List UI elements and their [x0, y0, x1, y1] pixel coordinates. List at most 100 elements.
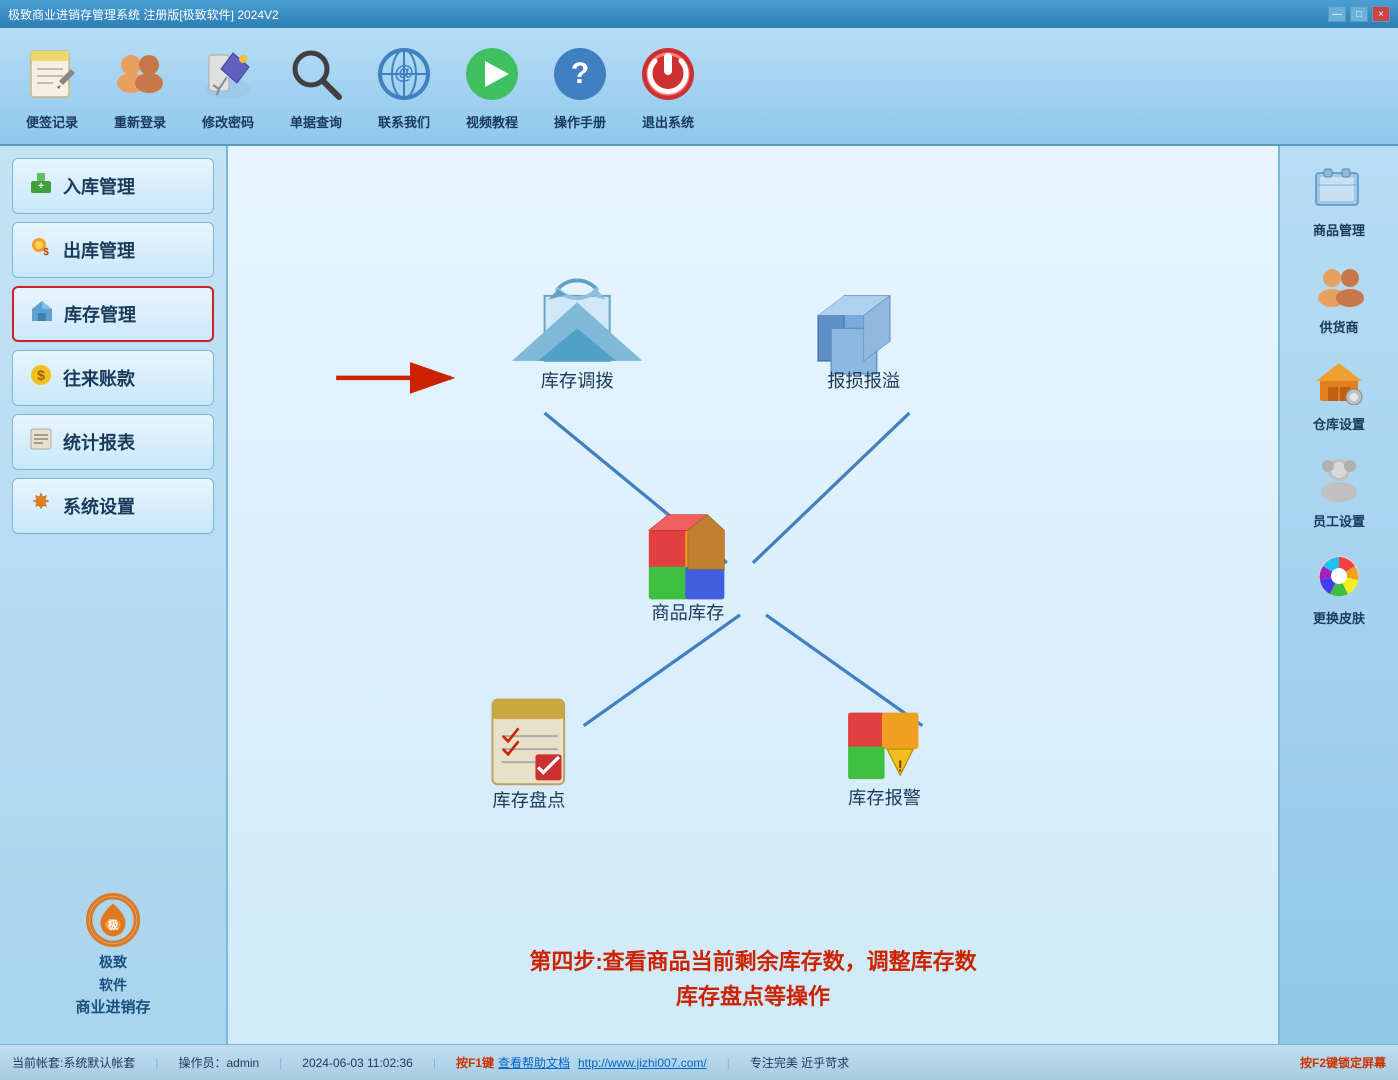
- desc-line2: 库存盘点等操作: [529, 979, 976, 1014]
- svg-text:库存调拨: 库存调拨: [541, 370, 614, 391]
- right-sidebar: 商品管理 供货商: [1278, 146, 1398, 1044]
- node-transfer[interactable]: 库存调拨: [512, 280, 642, 391]
- operator: 操作员：admin: [178, 1054, 259, 1071]
- svg-text:库存盘点: 库存盘点: [493, 789, 566, 810]
- goods-label: 商品管理: [1313, 220, 1365, 239]
- video-button[interactable]: 视频教程: [456, 42, 528, 131]
- sidebar-item-settings[interactable]: 系统设置: [12, 478, 214, 534]
- current-account: 当前帐套:系统默认帐套: [12, 1054, 135, 1071]
- help-text: 按F1键 查看帮助文档 http://www.jizhi007.com/: [456, 1054, 707, 1071]
- close-btn[interactable]: ×: [1372, 6, 1390, 22]
- relogin-label: 重新登录: [114, 112, 166, 131]
- query-icon: [284, 42, 348, 106]
- sidebar-item-inventory[interactable]: 库存管理: [12, 286, 214, 342]
- settings-icon: [29, 491, 53, 521]
- svg-text:!: !: [898, 758, 903, 775]
- logo-company: 极致 软件: [99, 951, 127, 996]
- datetime: 2024-06-03 11:02:36: [302, 1056, 413, 1070]
- node-loss[interactable]: 报损报溢: [818, 296, 900, 391]
- right-item-supplier[interactable]: 供货商: [1310, 259, 1368, 336]
- window-controls[interactable]: — □ ×: [1328, 6, 1390, 22]
- svg-text:报损报溢: 报损报溢: [827, 370, 900, 391]
- exit-label: 退出系统: [642, 112, 694, 131]
- inbound-icon: +: [29, 171, 53, 201]
- right-item-skin[interactable]: 更换皮肤: [1310, 550, 1368, 627]
- sidebar-item-accounts[interactable]: $ 往来账款: [12, 350, 214, 406]
- skin-icon: [1310, 550, 1368, 602]
- status-bar: 当前帐套:系统默认帐套 | 操作员：admin | 2024-06-03 11:…: [0, 1044, 1398, 1080]
- supplier-label: 供货商: [1319, 317, 1358, 336]
- password-button[interactable]: 修改密码: [192, 42, 264, 131]
- reports-icon: [29, 427, 53, 457]
- warehouse-icon: [1310, 356, 1368, 408]
- exit-icon: [636, 42, 700, 106]
- supplier-icon: [1310, 259, 1368, 311]
- note-icon: [20, 42, 84, 106]
- diagram-svg: 库存调拨 报损报溢: [258, 166, 1248, 934]
- goods-icon: [1310, 162, 1368, 214]
- svg-text:$: $: [43, 247, 49, 258]
- sidebar-reports-label: 统计报表: [63, 429, 135, 455]
- staff-label: 员工设置: [1313, 511, 1365, 530]
- contact-button[interactable]: @ 联系我们: [368, 42, 440, 131]
- inventory-icon: [30, 299, 54, 329]
- note-label: 便签记录: [26, 112, 78, 131]
- password-icon: [196, 42, 260, 106]
- diagram: 库存调拨 报损报溢: [258, 166, 1248, 934]
- slogan: 专注完美 近乎苛求: [750, 1054, 849, 1071]
- svg-text:?: ?: [571, 57, 589, 90]
- staff-icon: [1310, 453, 1368, 505]
- contact-icon: @: [372, 42, 436, 106]
- manual-label: 操作手册: [554, 112, 606, 131]
- logo-circle: 极: [86, 893, 140, 947]
- website[interactable]: http://www.jizhi007.com/: [578, 1056, 707, 1070]
- query-label: 单据查询: [290, 112, 342, 131]
- toolbar: 便签记录 重新登录 修改密码: [0, 28, 1398, 146]
- password-label: 修改密码: [202, 112, 254, 131]
- sidebar-item-outbound[interactable]: $ 出库管理: [12, 222, 214, 278]
- left-sidebar: + 入库管理 $ 出库管理 库存管理 $ 往来账款: [0, 146, 228, 1044]
- sidebar-item-reports[interactable]: 统计报表: [12, 414, 214, 470]
- desc-line1: 第四步:查看商品当前剩余库存数，调整库存数: [529, 944, 976, 979]
- title-bar: 极致商业进销存管理系统 注册版[极致软件] 2024V2 — □ ×: [0, 0, 1398, 28]
- svg-text:极: 极: [108, 919, 119, 932]
- outbound-icon: $: [29, 235, 53, 265]
- svg-text:$: $: [37, 367, 45, 383]
- node-alert[interactable]: ! 库存报警: [848, 713, 921, 808]
- title-text: 极致商业进销存管理系统 注册版[极致软件] 2024V2: [8, 6, 279, 23]
- sidebar-item-inbound[interactable]: + 入库管理: [12, 158, 214, 214]
- relogin-icon: [108, 42, 172, 106]
- minimize-btn[interactable]: —: [1328, 6, 1346, 22]
- accounts-icon: $: [29, 363, 53, 393]
- f1-key: 按F1键: [456, 1054, 494, 1071]
- contact-label: 联系我们: [378, 112, 430, 131]
- warehouse-label: 仓库设置: [1313, 414, 1365, 433]
- center-content: 库存调拨 报损报溢: [228, 146, 1278, 1044]
- f2-text: 按F2键锁定屏幕: [1300, 1054, 1386, 1071]
- skin-label: 更换皮肤: [1313, 608, 1365, 627]
- sidebar-logo: 极 极致 软件 商业进销存: [12, 881, 214, 1032]
- svg-text:@: @: [394, 62, 414, 84]
- sidebar-inbound-label: 入库管理: [63, 173, 135, 199]
- maximize-btn[interactable]: □: [1350, 6, 1368, 22]
- right-item-staff[interactable]: 员工设置: [1310, 453, 1368, 530]
- note-button[interactable]: 便签记录: [16, 42, 88, 131]
- svg-text:库存报警: 库存报警: [848, 787, 921, 808]
- right-item-goods[interactable]: 商品管理: [1310, 162, 1368, 239]
- right-item-warehouse[interactable]: 仓库设置: [1310, 356, 1368, 433]
- sidebar-outbound-label: 出库管理: [63, 237, 135, 263]
- sidebar-inventory-label: 库存管理: [64, 301, 136, 327]
- node-stock[interactable]: 商品库存: [649, 515, 725, 623]
- sidebar-accounts-label: 往来账款: [63, 365, 135, 391]
- query-button[interactable]: 单据查询: [280, 42, 352, 131]
- description-text: 第四步:查看商品当前剩余库存数，调整库存数 库存盘点等操作: [529, 944, 976, 1024]
- manual-button[interactable]: ? 操作手册: [544, 42, 616, 131]
- node-count[interactable]: 库存盘点: [492, 700, 565, 811]
- f1-link-text[interactable]: 查看帮助文档: [498, 1054, 570, 1071]
- manual-icon: ?: [548, 42, 612, 106]
- relogin-button[interactable]: 重新登录: [104, 42, 176, 131]
- video-label: 视频教程: [466, 112, 518, 131]
- main-area: + 入库管理 $ 出库管理 库存管理 $ 往来账款: [0, 146, 1398, 1044]
- svg-text:+: +: [38, 181, 44, 192]
- exit-button[interactable]: 退出系统: [632, 42, 704, 131]
